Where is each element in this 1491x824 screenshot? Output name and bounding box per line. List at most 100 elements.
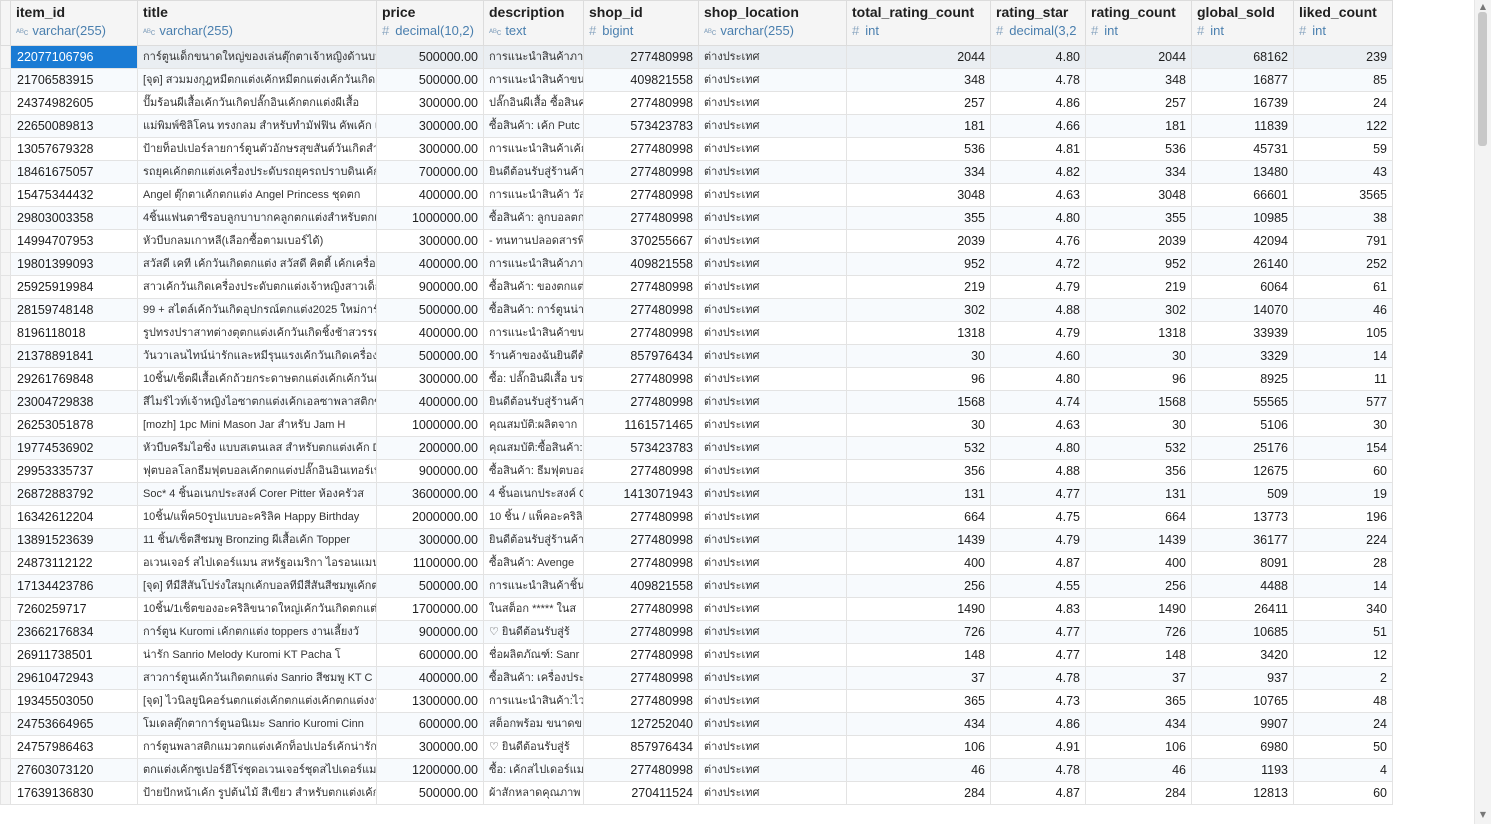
cell-item-id[interactable]: 19345503050: [10, 689, 138, 713]
cell-description[interactable]: ร้านค้าของฉันยินดีต้: [483, 344, 584, 368]
cell-shop-id[interactable]: 277480998: [583, 275, 699, 299]
cell-global-sold[interactable]: 6980: [1191, 735, 1294, 759]
cell-rating-count[interactable]: 3048: [1085, 183, 1192, 207]
cell-total-rating-count[interactable]: 30: [846, 413, 991, 437]
cell-title[interactable]: การ์ตูนเด็กขนาดใหญ่ของเล่นตุ๊กตาเจ้าหญิง…: [137, 45, 377, 69]
cell-price[interactable]: 900000.00: [376, 275, 484, 299]
cell-shop-id[interactable]: 277480998: [583, 551, 699, 575]
cell-total-rating-count[interactable]: 3048: [846, 183, 991, 207]
cell-liked-count[interactable]: 340: [1293, 597, 1393, 621]
cell-shop-location[interactable]: ต่างประเทศ: [698, 758, 847, 782]
cell-shop-location[interactable]: ต่างประเทศ: [698, 505, 847, 529]
cell-rating-count[interactable]: 365: [1085, 689, 1192, 713]
cell-shop-location[interactable]: ต่างประเทศ: [698, 735, 847, 759]
cell-description[interactable]: การแนะนำสินค้าภาษ: [483, 252, 584, 276]
cell-item-id[interactable]: 26911738501: [10, 643, 138, 667]
cell-rating-star[interactable]: 4.55: [990, 574, 1086, 598]
cell-shop-id[interactable]: 409821558: [583, 252, 699, 276]
cell-item-id[interactable]: 8196118018: [10, 321, 138, 345]
table-row[interactable]: 26872883792 Soc* 4 ชิ้นอเนกประสงค์ Corer …: [0, 482, 1393, 506]
cell-shop-location[interactable]: ต่างประเทศ: [698, 160, 847, 184]
cell-rating-count[interactable]: 1490: [1085, 597, 1192, 621]
cell-shop-location[interactable]: ต่างประเทศ: [698, 459, 847, 483]
cell-rating-star[interactable]: 4.79: [990, 528, 1086, 552]
cell-item-id[interactable]: 7260259717: [10, 597, 138, 621]
table-row[interactable]: 15475344432 Angel ตุ๊กตาเค้กตกแต่ง Angel …: [0, 183, 1393, 207]
cell-rating-count[interactable]: 536: [1085, 137, 1192, 161]
cell-rating-star[interactable]: 4.87: [990, 781, 1086, 805]
cell-global-sold[interactable]: 16739: [1191, 91, 1294, 115]
column-header-title[interactable]: title ᴬᴮc varchar(255): [137, 0, 377, 46]
column-header-liked-count[interactable]: liked_count # int: [1293, 0, 1393, 46]
cell-title[interactable]: 10ชิ้น/1เซ็ตของอะคริลิขนาดใหญ่เค้กวันเกิ…: [137, 597, 377, 621]
cell-rating-star[interactable]: 4.60: [990, 344, 1086, 368]
cell-global-sold[interactable]: 10985: [1191, 206, 1294, 230]
cell-rating-star[interactable]: 4.78: [990, 68, 1086, 92]
row-header[interactable]: [0, 413, 11, 437]
table-row[interactable]: 21378891841 วันวาเลนไทน์น่ารักและหมีรุนแร…: [0, 344, 1393, 368]
cell-description[interactable]: ซื้อ: เค้กสไปเดอร์แมน: [483, 758, 584, 782]
cell-rating-star[interactable]: 4.83: [990, 597, 1086, 621]
cell-shop-location[interactable]: ต่างประเทศ: [698, 298, 847, 322]
cell-description[interactable]: ยินดีต้อนรับสู่ร้านค้า: [483, 390, 584, 414]
cell-rating-count[interactable]: 30: [1085, 344, 1192, 368]
cell-total-rating-count[interactable]: 30: [846, 344, 991, 368]
cell-liked-count[interactable]: 239: [1293, 45, 1393, 69]
cell-shop-id[interactable]: 277480998: [583, 528, 699, 552]
cell-global-sold[interactable]: 10765: [1191, 689, 1294, 713]
cell-title[interactable]: [จุด] สวมมงกุฎหมีตกแต่งเค้กหมีตกแต่งเค้ก…: [137, 68, 377, 92]
cell-rating-count[interactable]: 334: [1085, 160, 1192, 184]
table-row[interactable]: 27603073120 ตกแต่งเค้กซูเปอร์ฮีโร่ชุดอเวน…: [0, 758, 1393, 782]
row-header[interactable]: [0, 321, 11, 345]
cell-rating-star[interactable]: 4.63: [990, 413, 1086, 437]
cell-shop-location[interactable]: ต่างประเทศ: [698, 620, 847, 644]
cell-total-rating-count[interactable]: 365: [846, 689, 991, 713]
table-row[interactable]: 16342612204 10ชิ้น/แพ็ค50รูปแบบอะคริลิค H…: [0, 505, 1393, 529]
cell-rating-count[interactable]: 131: [1085, 482, 1192, 506]
cell-shop-location[interactable]: ต่างประเทศ: [698, 482, 847, 506]
row-header[interactable]: [0, 459, 11, 483]
cell-rating-star[interactable]: 4.74: [990, 390, 1086, 414]
cell-shop-id[interactable]: 277480998: [583, 505, 699, 529]
cell-global-sold[interactable]: 9907: [1191, 712, 1294, 736]
cell-rating-star[interactable]: 4.73: [990, 689, 1086, 713]
column-header-description[interactable]: description ᴬᴮc text: [483, 0, 584, 46]
cell-title[interactable]: 10ชิ้น/แพ็ค50รูปแบบอะคริลิค Happy Birthd…: [137, 505, 377, 529]
cell-title[interactable]: 99 + สไตล์เค้กวันเกิดอุปกรณ์ตกแต่ง2025 ใ…: [137, 298, 377, 322]
cell-description[interactable]: ซื้อสินค้า: ของตกแต่: [483, 275, 584, 299]
cell-global-sold[interactable]: 42094: [1191, 229, 1294, 253]
cell-price[interactable]: 3600000.00: [376, 482, 484, 506]
cell-rating-count[interactable]: 256: [1085, 574, 1192, 598]
row-header[interactable]: [0, 275, 11, 299]
row-header[interactable]: [0, 689, 11, 713]
cell-price[interactable]: 300000.00: [376, 137, 484, 161]
cell-price[interactable]: 600000.00: [376, 712, 484, 736]
cell-item-id[interactable]: 17639136830: [10, 781, 138, 805]
cell-total-rating-count[interactable]: 106: [846, 735, 991, 759]
table-row[interactable]: 24757986463 การ์ตูนพลาสติกแมวตกแต่งเค้กท็…: [0, 735, 1393, 759]
cell-rating-count[interactable]: 952: [1085, 252, 1192, 276]
cell-rating-count[interactable]: 726: [1085, 620, 1192, 644]
cell-item-id[interactable]: 18461675057: [10, 160, 138, 184]
cell-global-sold[interactable]: 13480: [1191, 160, 1294, 184]
cell-rating-count[interactable]: 257: [1085, 91, 1192, 115]
cell-shop-location[interactable]: ต่างประเทศ: [698, 344, 847, 368]
cell-shop-id[interactable]: 370255667: [583, 229, 699, 253]
cell-shop-location[interactable]: ต่างประเทศ: [698, 252, 847, 276]
cell-rating-star[interactable]: 4.80: [990, 206, 1086, 230]
cell-shop-id[interactable]: 277480998: [583, 206, 699, 230]
cell-price[interactable]: 300000.00: [376, 114, 484, 138]
cell-title[interactable]: Soc* 4 ชิ้นอเนกประสงค์ Corer Pitter ห้อง…: [137, 482, 377, 506]
cell-rating-star[interactable]: 4.88: [990, 459, 1086, 483]
cell-description[interactable]: ผ้าสักหลาดคุณภาพ: [483, 781, 584, 805]
cell-shop-id[interactable]: 277480998: [583, 597, 699, 621]
table-row[interactable]: 22077106796 การ์ตูนเด็กขนาดใหญ่ของเล่นตุ๊…: [0, 45, 1393, 69]
cell-liked-count[interactable]: 3565: [1293, 183, 1393, 207]
cell-rating-count[interactable]: 30: [1085, 413, 1192, 437]
cell-description[interactable]: ซื้อสินค้า: Avenge: [483, 551, 584, 575]
cell-global-sold[interactable]: 8925: [1191, 367, 1294, 391]
cell-total-rating-count[interactable]: 356: [846, 459, 991, 483]
cell-title[interactable]: สาวการ์ตูนเค้กวันเกิดตกแต่ง Sanrio สีชมพ…: [137, 666, 377, 690]
cell-liked-count[interactable]: 2: [1293, 666, 1393, 690]
cell-global-sold[interactable]: 1193: [1191, 758, 1294, 782]
